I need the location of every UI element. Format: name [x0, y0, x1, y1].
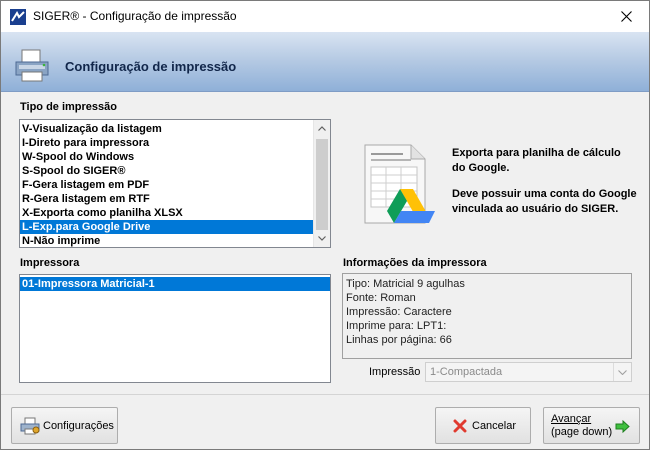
informacoes-label: Informações da impressora: [343, 257, 487, 269]
siger-app-icon: [10, 9, 26, 25]
chevron-up-icon: [318, 126, 326, 131]
tipo-impressao-list[interactable]: V-Visualização da listagem I-Direto para …: [19, 119, 331, 248]
select-dropdown-arrow[interactable]: [613, 363, 631, 381]
chevron-down-icon: [618, 369, 627, 375]
scroll-up-arrow[interactable]: [314, 120, 330, 137]
avancar-label: Avançar (page down): [551, 413, 612, 439]
close-button[interactable]: [603, 1, 649, 32]
google-drive-sheet-icon: [364, 144, 435, 224]
cancel-x-icon: [453, 419, 467, 432]
tipo-list-item[interactable]: N-Não imprime: [20, 234, 314, 247]
info-line: Imprime para: LPT1:: [346, 320, 447, 332]
printer-icon: [15, 49, 49, 82]
tipo-list-item[interactable]: L-Exp.para Google Drive: [20, 220, 314, 234]
chevron-down-icon: [318, 236, 326, 241]
impressao-select-label: Impressão: [369, 366, 421, 378]
tipo-impressao-label: Tipo de impressão: [20, 101, 117, 113]
impressora-list-item[interactable]: 01-Impressora Matricial-1: [20, 277, 330, 291]
tipo-list-item[interactable]: F-Gera listagem em PDF: [20, 178, 314, 192]
tipo-list-item[interactable]: X-Exporta como planilha XLSX: [20, 206, 314, 220]
cancelar-label: Cancelar: [472, 419, 517, 432]
tipo-list-item[interactable]: I-Direto para impressora: [20, 136, 314, 150]
info-line: Tipo: Matricial 9 agulhas: [346, 278, 465, 290]
avancar-label-line-2: (page down): [551, 425, 613, 438]
footer-divider: [1, 394, 649, 395]
avancar-button[interactable]: Avançar (page down): [543, 407, 640, 444]
tipo-list-item[interactable]: V-Visualização da listagem: [20, 122, 314, 136]
title-bar: SIGER® - Configuração de impressão: [1, 1, 649, 32]
cancelar-button[interactable]: Cancelar: [435, 407, 531, 444]
banner-title: Configuração de impressão: [65, 59, 237, 74]
avancar-label-line-1: Avançar: [551, 412, 592, 425]
header-banner: Configuração de impressão: [1, 32, 649, 92]
close-icon: [620, 11, 632, 22]
tipo-list-item[interactable]: S-Spool do SIGER®: [20, 164, 314, 178]
scroll-thumb[interactable]: [316, 139, 328, 230]
configuracoes-label: Configurações: [43, 419, 114, 432]
impressora-label: Impressora: [20, 257, 80, 269]
description-line-1: Exporta para planilha de cálculo do Goog…: [452, 147, 621, 174]
printer-settings-icon: [20, 417, 40, 434]
tipo-list-scrollbar[interactable]: [313, 120, 330, 247]
info-line: Impressão: Caractere: [346, 306, 452, 318]
impressora-list[interactable]: 01-Impressora Matricial-1: [19, 274, 331, 383]
impressao-select-value: 1-Compactada: [430, 366, 503, 378]
tipo-list-item[interactable]: R-Gera listagem em RTF: [20, 192, 314, 206]
info-line: Fonte: Roman: [346, 292, 416, 304]
description-line-2: Deve possuir uma conta do Google vincula…: [452, 188, 637, 215]
window-title: SIGER® - Configuração de impressão: [33, 9, 237, 23]
info-line: Linhas por página: 66: [346, 334, 452, 346]
scroll-down-arrow[interactable]: [314, 230, 330, 247]
arrow-right-icon: [615, 420, 630, 433]
impressao-select[interactable]: 1-Compactada: [425, 362, 632, 382]
configuracoes-button[interactable]: Configurações: [11, 407, 118, 444]
printer-info-box: Tipo: Matricial 9 agulhas Fonte: Roman I…: [342, 273, 632, 359]
tipo-list-item[interactable]: W-Spool do Windows: [20, 150, 314, 164]
dialog-window: SIGER® - Configuração de impressão Confi…: [0, 0, 650, 450]
